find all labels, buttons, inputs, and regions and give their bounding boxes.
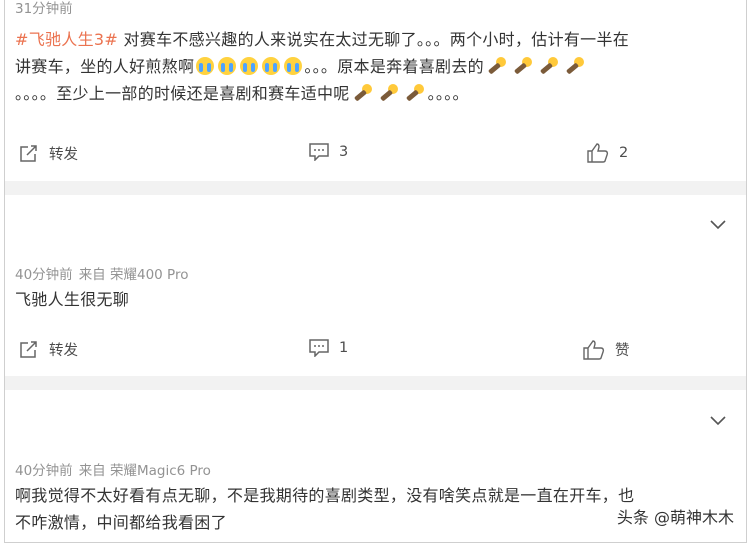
repost-label: 转发 — [49, 147, 78, 163]
comment-icon — [309, 143, 329, 161]
crying-emoji-icon — [262, 57, 281, 75]
comment-source: 来自 荣耀400 Pro — [78, 267, 189, 283]
comment-time: 31分钟前 — [15, 1, 73, 17]
repost-button[interactable]: 转发 — [19, 339, 78, 360]
comment-body: 飞驰人生很无聊 — [15, 286, 129, 313]
watermark: 头条 @萌神木木 — [616, 508, 734, 527]
comment-count: 3 — [339, 144, 349, 160]
comment-text-line: 。。。。至少上一部的时候还是喜剧和赛车适中呢 — [15, 84, 350, 103]
like-button[interactable]: 赞 — [583, 339, 630, 360]
hashtag-link[interactable]: #飞驰人生3# — [15, 30, 118, 49]
repost-icon — [20, 144, 37, 162]
comment-meta: 40分钟前 来自 荣耀400 Pro — [15, 263, 188, 283]
crying-emoji-icon — [284, 57, 303, 75]
comment-icon — [309, 339, 329, 357]
comment-count: 1 — [339, 340, 349, 356]
chevron-down-icon[interactable] — [710, 215, 726, 234]
torch-emoji-icon — [539, 56, 559, 76]
thumbs-up-icon — [587, 143, 609, 163]
comment-text-line: 。。。原本是奔着喜剧去的 — [304, 57, 484, 76]
comment-source: 来自 荣耀Magic6 Pro — [78, 463, 211, 479]
comment-text-line: 讲赛车，坐的人好煎熬啊 — [15, 57, 195, 76]
torch-emoji-icon — [513, 56, 533, 76]
comment-text-line: 对赛车不感兴趣的人来说实在太过无聊了。。。两个小时，估计有一半在 — [123, 30, 630, 49]
torch-emoji-icon — [379, 83, 399, 103]
thumbs-up-icon — [583, 339, 605, 360]
chevron-down-icon[interactable] — [710, 411, 726, 430]
torch-emoji-icon — [565, 56, 585, 76]
comment-feed: 31分钟前 #飞驰人生3# 对赛车不感兴趣的人来说实在太过无聊了。。。两个小时，… — [4, 0, 747, 543]
like-label: 赞 — [615, 343, 630, 359]
comment-button[interactable]: 1 — [309, 339, 348, 357]
torch-emoji-icon — [405, 83, 425, 103]
separator — [5, 376, 746, 390]
comment-text-line: 啊我觉得不太好看有点无聊，不是我期待的喜剧类型，没有啥笑点就是一直在开车，也 — [15, 486, 635, 505]
repost-icon — [20, 340, 37, 358]
crying-emoji-icon — [218, 57, 237, 75]
comment-text-line: 飞驰人生很无聊 — [15, 290, 130, 309]
comment-text-line: 不咋激情，中间都给我看困了 — [15, 513, 227, 532]
crying-emoji-icon — [196, 57, 215, 75]
comment-time: 40分钟前 — [15, 463, 73, 479]
separator — [5, 181, 746, 195]
repost-label: 转发 — [49, 343, 78, 359]
crying-emoji-icon — [240, 57, 259, 75]
comment-meta: 40分钟前 来自 荣耀Magic6 Pro — [15, 459, 211, 479]
comment-body: #飞驰人生3# 对赛车不感兴趣的人来说实在太过无聊了。。。两个小时，估计有一半在… — [15, 26, 735, 107]
comment-actions: 转发 3 2 — [5, 139, 746, 169]
like-button[interactable]: 2 — [587, 143, 628, 163]
comment-actions: 转发 1 赞 — [5, 335, 746, 365]
torch-emoji-icon — [487, 56, 507, 76]
repost-button[interactable]: 转发 — [19, 143, 78, 164]
comment-text-line: 。。。。 — [427, 84, 469, 103]
torch-emoji-icon — [353, 83, 373, 103]
like-count: 2 — [619, 145, 629, 161]
comment-button[interactable]: 3 — [309, 143, 348, 161]
comment-time: 40分钟前 — [15, 267, 73, 283]
